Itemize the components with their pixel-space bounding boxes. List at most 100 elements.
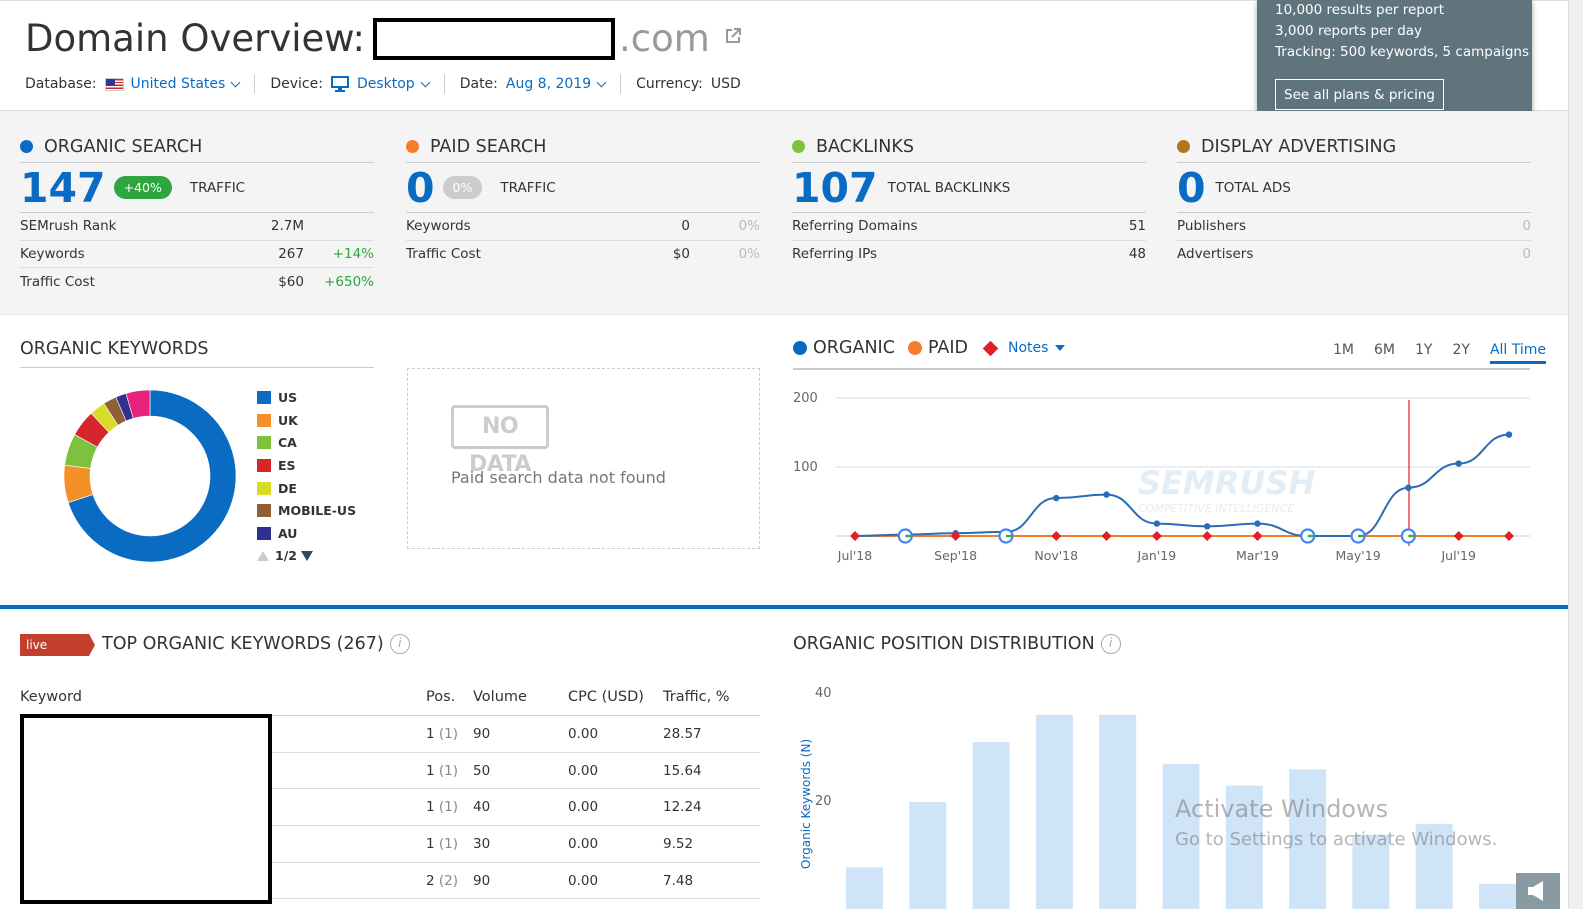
position-bar <box>1162 763 1200 909</box>
position-bar <box>1352 834 1390 909</box>
range-tab-6m[interactable]: 6M <box>1374 342 1395 364</box>
position-cell: 1 (1) <box>426 799 473 815</box>
legend-item[interactable]: ES <box>257 454 356 477</box>
page-title: Domain Overview: <box>25 17 365 60</box>
legend-item[interactable]: MOBILE-US <box>257 499 356 522</box>
stat-change: 0% <box>738 218 760 235</box>
range-tab-1m[interactable]: 1M <box>1333 342 1354 364</box>
google-update-icon <box>897 528 913 544</box>
display-advertising-title[interactable]: DISPLAY ADVERTISING <box>1201 137 1396 157</box>
stat-change: 0% <box>738 246 760 263</box>
stat-value: $60 <box>278 273 304 290</box>
stat-name: SEMrush Rank <box>20 218 117 235</box>
legend-label: CA <box>278 435 297 451</box>
organic-point <box>1103 491 1110 498</box>
organic-traffic-label: TRAFFIC <box>189 179 246 196</box>
legend-label: MOBILE-US <box>278 503 357 519</box>
volume-cell: 90 <box>473 872 491 889</box>
us-flag-icon <box>104 77 124 91</box>
stat-value[interactable]: 48 <box>1066 246 1146 262</box>
organic-search-title[interactable]: ORGANIC SEARCH <box>44 137 202 157</box>
legend-swatch <box>257 504 271 518</box>
notes-dropdown[interactable]: Notes <box>1007 340 1066 356</box>
legend-swatch <box>257 436 271 450</box>
organic-traffic-change: +40% <box>113 176 172 199</box>
stat-row: Publishers 0 <box>1177 213 1531 241</box>
organic-point <box>1053 494 1060 502</box>
notes-label: Notes <box>1007 340 1049 356</box>
device-value: Desktop <box>356 76 415 92</box>
organic-traffic-value[interactable]: 147 <box>20 164 106 212</box>
plans-tooltip: 10,000 results per report 3,000 reports … <box>1257 0 1532 123</box>
column-volume[interactable]: Volume <box>473 689 568 705</box>
stat-name: Keywords <box>20 245 85 262</box>
position-distribution-title-text: ORGANIC POSITION DISTRIBUTION <box>793 634 1095 654</box>
previous-position: (1) <box>438 762 459 779</box>
google-bar <box>1408 534 1415 538</box>
paid-search-title[interactable]: PAID SEARCH <box>430 137 546 157</box>
position-cell: 2 (2) <box>426 873 473 889</box>
legend-item[interactable]: DE <box>257 477 356 500</box>
range-tab-2y[interactable]: 2Y <box>1452 342 1469 364</box>
date-label: Date: <box>459 76 498 92</box>
display-advertising-widget: DISPLAY ADVERTISING 0 TOTAL ADS Publishe… <box>1177 135 1531 268</box>
external-link-icon[interactable] <box>724 27 742 45</box>
organic-keywords-title: ORGANIC KEYWORDS <box>20 339 374 368</box>
stat-value[interactable]: 267 <box>224 246 304 262</box>
position-cell: 1 (1) <box>426 836 473 852</box>
date-dropdown[interactable]: Aug 8, 2019 <box>506 76 607 92</box>
stat-name: Keywords <box>406 218 471 235</box>
database-dropdown[interactable]: United States <box>104 76 241 92</box>
position-value: 2 <box>426 872 435 889</box>
volume-cell: 40 <box>473 799 491 816</box>
info-icon[interactable]: i <box>1100 634 1121 654</box>
backlinks-dot-icon <box>792 140 805 153</box>
top-keywords-title-text[interactable]: TOP ORGANIC KEYWORDS (267) <box>102 634 384 654</box>
pager-down-icon[interactable] <box>300 550 313 561</box>
legend-item[interactable]: US <box>257 386 356 409</box>
previous-position: (1) <box>438 725 459 742</box>
x-tick-label: Sep'18 <box>934 548 977 563</box>
chevron-down-icon <box>230 77 241 87</box>
legend-item[interactable]: UK <box>257 409 356 432</box>
stat-change: +14% <box>332 245 374 262</box>
legend-paid[interactable]: PAID <box>907 338 968 358</box>
position-cell: 1 (1) <box>426 726 473 742</box>
x-tick-label: Jul'19 <box>1440 548 1475 563</box>
traffic-cell: 28.57 <box>663 725 702 742</box>
bottom-section: live update TOP ORGANIC KEYWORDS (267) i … <box>0 609 1568 909</box>
legend-organic[interactable]: ORGANIC <box>793 338 895 358</box>
backlinks-value[interactable]: 107 <box>792 164 878 212</box>
device-dropdown[interactable]: Desktop <box>330 76 431 92</box>
stat-value[interactable]: 51 <box>1066 218 1146 234</box>
legend-swatch <box>257 413 271 427</box>
page-scrollbar[interactable] <box>1568 0 1583 909</box>
column-position[interactable]: Pos. <box>426 689 473 705</box>
column-keyword[interactable]: Keyword <box>20 689 426 705</box>
cpc-cell: 0.00 <box>568 799 599 816</box>
device-label: Device: <box>270 76 323 92</box>
position-bar <box>846 867 883 909</box>
info-icon[interactable]: i <box>389 634 410 654</box>
see-plans-button[interactable]: See all plans & pricing <box>1275 79 1444 110</box>
range-tab-all-time[interactable]: All Time <box>1489 342 1547 364</box>
country-legend: US UK CA ES DE MOBILE-US AU 1/2 <box>257 386 356 567</box>
chevron-down-icon <box>420 77 431 87</box>
filters-row: Database: United States Device: Desktop … <box>25 74 741 94</box>
organic-traffic-line-chart[interactable]: SEMRUSH COMPETITIVE INTELLIGENCE 200100 … <box>793 376 1533 586</box>
feedback-megaphone-button[interactable] <box>1516 873 1560 909</box>
column-traffic[interactable]: Traffic, % <box>663 689 760 705</box>
middle-section: ORGANIC KEYWORDS US UK CA ES DE MOBILE-U… <box>0 316 1568 606</box>
range-tab-1y[interactable]: 1Y <box>1415 342 1432 364</box>
column-cpc[interactable]: CPC (USD) <box>568 689 663 705</box>
legend-item[interactable]: CA <box>257 431 356 454</box>
organic-keywords-donut-chart[interactable] <box>60 386 240 566</box>
backlinks-title[interactable]: BACKLINKS <box>816 137 914 157</box>
pager-up-icon[interactable] <box>257 550 269 561</box>
position-value: 1 <box>426 799 435 816</box>
position-bar <box>1479 883 1516 909</box>
legend-item[interactable]: AU <box>257 522 356 545</box>
currency-value: USD <box>710 76 741 92</box>
position-distribution-bar-chart[interactable]: 40 20 Organic Keywords (N) <box>793 679 1553 909</box>
time-range-tabs: 1M 6M 1Y 2Y All Time <box>1313 342 1547 364</box>
